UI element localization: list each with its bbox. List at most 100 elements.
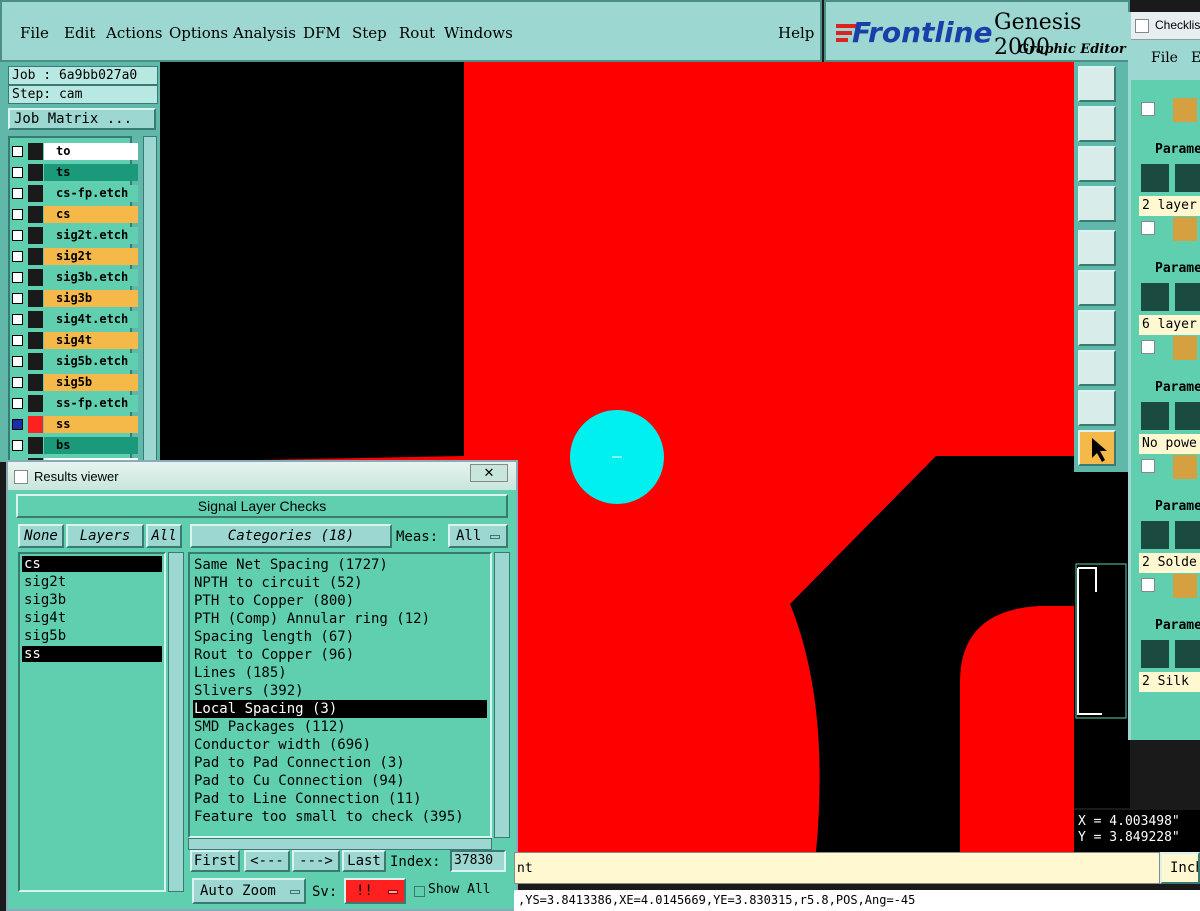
run-icon[interactable] — [1175, 402, 1200, 430]
layer-label[interactable]: sig3b.etch — [44, 269, 138, 286]
check-action-icon[interactable] — [1173, 217, 1197, 241]
category-item[interactable]: Feature too small to check (395) — [193, 808, 464, 826]
check-action-icon[interactable] — [1173, 336, 1197, 360]
job-matrix-button[interactable]: Job Matrix ... — [8, 108, 156, 130]
run-icon[interactable] — [1141, 164, 1169, 192]
layer-checkbox[interactable] — [12, 335, 23, 346]
menu-help[interactable]: Help — [778, 24, 814, 42]
checklist-menu-edit[interactable]: E — [1191, 50, 1200, 66]
result-layer-item[interactable]: sig2t — [22, 574, 162, 590]
category-item[interactable]: Rout to Copper (96) — [193, 646, 354, 664]
layer-row[interactable]: sig2t.etch — [10, 227, 138, 244]
layer-label[interactable]: ss-fp.etch — [44, 395, 138, 412]
run-icon[interactable] — [1141, 640, 1169, 668]
run-icon[interactable] — [1175, 521, 1200, 549]
layer-row[interactable]: cs-fp.etch — [10, 185, 138, 202]
gauge-icon[interactable] — [1078, 230, 1116, 266]
menu-analysis[interactable]: Analysis — [233, 24, 296, 42]
layer-label[interactable]: cs — [44, 206, 138, 223]
auto-zoom-select[interactable]: Auto Zoom — [192, 878, 306, 904]
layer-row[interactable]: to — [10, 143, 138, 160]
run-icon[interactable] — [1175, 640, 1200, 668]
layer-color-cell[interactable] — [28, 185, 43, 202]
layer-checkbox[interactable] — [12, 251, 23, 262]
menu-rout[interactable]: Rout — [399, 24, 435, 42]
category-hscrollbar[interactable] — [188, 838, 492, 850]
layer-row[interactable]: sig3b.etch — [10, 269, 138, 286]
layer-label[interactable]: sig4t.etch — [44, 311, 138, 328]
category-item[interactable]: Spacing length (67) — [193, 628, 354, 646]
layer-label[interactable]: sig2t.etch — [44, 227, 138, 244]
layer-color-cell[interactable] — [28, 227, 43, 244]
close-icon[interactable]: ✕ — [470, 464, 508, 482]
result-layer-item[interactable]: cs — [22, 556, 162, 572]
layer-row[interactable]: sig3b — [10, 290, 138, 307]
pad-tool-icon[interactable] — [1078, 350, 1116, 386]
layer-row[interactable]: ts — [10, 164, 138, 181]
layer-label[interactable]: sig3b — [44, 290, 138, 307]
category-item[interactable]: NPTH to circuit (52) — [193, 574, 363, 592]
result-layer-item[interactable]: sig5b — [22, 628, 162, 644]
net-icon[interactable] — [1078, 270, 1116, 306]
layer-checkbox[interactable] — [12, 440, 23, 451]
check-action-icon[interactable] — [1173, 455, 1197, 479]
category-item[interactable]: Pad to Pad Connection (3) — [193, 754, 405, 772]
layer-color-cell[interactable] — [28, 248, 43, 265]
menu-edit[interactable]: Edit — [64, 24, 95, 42]
layer-label[interactable]: ts — [44, 164, 138, 181]
menu-step[interactable]: Step — [352, 24, 387, 42]
layer-row[interactable]: sig5b — [10, 374, 138, 391]
layer-color-cell[interactable] — [28, 311, 43, 328]
checklist-menu-file[interactable]: File — [1151, 50, 1178, 66]
category-item[interactable]: SMD Packages (112) — [193, 718, 346, 736]
all-button[interactable]: All — [146, 524, 182, 548]
check-enable-checkbox[interactable] — [1141, 578, 1155, 592]
category-item[interactable]: Pad to Cu Connection (94) — [193, 772, 405, 790]
snap-icon[interactable] — [1078, 66, 1116, 102]
layer-label[interactable]: sig2t — [44, 248, 138, 265]
menu-windows[interactable]: Windows — [444, 24, 513, 42]
layer-checkbox[interactable] — [12, 314, 23, 325]
layer-row[interactable]: ss — [10, 416, 138, 433]
category-item[interactable]: Lines (185) — [193, 664, 287, 682]
layer-color-cell[interactable] — [28, 395, 43, 412]
pointer-icon[interactable] — [1078, 430, 1116, 466]
menu-options[interactable]: Options — [169, 24, 228, 42]
layer-checkbox[interactable] — [12, 209, 23, 220]
category-scrollbar[interactable] — [494, 552, 510, 838]
layer-row[interactable]: ss-fp.etch — [10, 395, 138, 412]
layer-row[interactable]: bs — [10, 437, 138, 454]
layer-label[interactable]: sig5b — [44, 374, 138, 391]
angle-icon[interactable] — [1078, 310, 1116, 346]
layer-label[interactable]: bs — [44, 437, 138, 454]
move-icon[interactable] — [1078, 106, 1116, 142]
layer-label[interactable]: sig5b.etch — [44, 353, 138, 370]
layer-checkbox[interactable] — [12, 146, 23, 157]
menu-actions[interactable]: Actions — [106, 24, 162, 42]
run-icon[interactable] — [1141, 521, 1169, 549]
category-item[interactable]: Local Spacing (3) — [193, 700, 487, 718]
layer-color-cell[interactable] — [28, 353, 43, 370]
next-button[interactable]: ---> — [292, 850, 340, 872]
layer-row[interactable]: sig2t — [10, 248, 138, 265]
layer-color-cell[interactable] — [28, 332, 43, 349]
category-item[interactable]: Conductor width (696) — [193, 736, 371, 754]
measure-icon[interactable] — [1078, 186, 1116, 222]
check-action-icon[interactable] — [1173, 574, 1197, 598]
category-item[interactable]: Slivers (392) — [193, 682, 304, 700]
layer-checkbox[interactable] — [12, 167, 23, 178]
layer-checkbox[interactable] — [12, 419, 23, 430]
check-enable-checkbox[interactable] — [1141, 221, 1155, 235]
layer-color-cell[interactable] — [28, 143, 43, 160]
units-button[interactable]: Inch — [1160, 852, 1200, 884]
layer-checkbox[interactable] — [12, 398, 23, 409]
layer-color-cell[interactable] — [28, 437, 43, 454]
layer-row[interactable]: sig4t — [10, 332, 138, 349]
category-item[interactable]: Pad to Line Connection (11) — [193, 790, 422, 808]
show-all-checkbox[interactable] — [414, 886, 425, 897]
layer-color-cell[interactable] — [28, 164, 43, 181]
layer-color-cell[interactable] — [28, 269, 43, 286]
run-icon[interactable] — [1141, 402, 1169, 430]
category-item[interactable]: PTH to Copper (800) — [193, 592, 354, 610]
zoom-fit-icon[interactable] — [1078, 146, 1116, 182]
